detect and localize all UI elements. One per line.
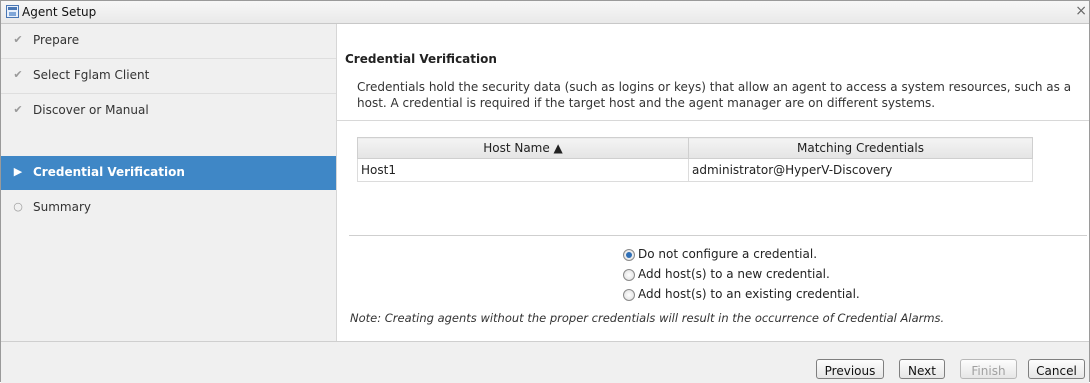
radio-button[interactable] bbox=[623, 289, 635, 301]
title-bar: Agent Setup × bbox=[1, 1, 1089, 24]
step-discover-or-manual[interactable]: ✔ Discover or Manual bbox=[1, 94, 336, 128]
check-icon: ✔ bbox=[13, 33, 23, 46]
option-label: Do not configure a credential. bbox=[638, 247, 818, 261]
arrow-right-icon: ▶ bbox=[13, 165, 23, 178]
step-credential-verification[interactable]: ▶ Credential Verification bbox=[1, 156, 336, 190]
radio-button[interactable] bbox=[623, 269, 635, 281]
window-title: Agent Setup bbox=[22, 5, 97, 19]
column-header-matching-credentials[interactable]: Matching Credentials bbox=[688, 137, 1033, 159]
app-icon bbox=[6, 5, 19, 18]
column-header-host-name[interactable]: Host Name ▲ bbox=[357, 137, 689, 159]
radio-button-selected[interactable] bbox=[623, 249, 635, 261]
step-select-fglam-client[interactable]: ✔ Select Fglam Client bbox=[1, 59, 336, 93]
previous-button[interactable]: Previous bbox=[816, 359, 884, 379]
divider bbox=[349, 235, 1087, 236]
matching-credentials-cell: administrator@HyperV-Discovery bbox=[688, 158, 1033, 182]
step-summary[interactable]: ○ Summary bbox=[1, 191, 336, 225]
check-icon: ✔ bbox=[13, 103, 23, 116]
host-name-cell: Host1 bbox=[357, 158, 689, 182]
check-icon: ✔ bbox=[13, 68, 23, 81]
close-icon[interactable]: × bbox=[1075, 3, 1087, 19]
option-label: Add host(s) to an existing credential. bbox=[638, 287, 860, 301]
description-text: Credentials hold the security data (such… bbox=[357, 80, 1072, 110]
step-label: Summary bbox=[33, 200, 91, 214]
table-row[interactable]: Host1 administrator@HyperV-Discovery bbox=[357, 158, 1033, 182]
agent-setup-window: Agent Setup × ✔ Prepare ✔ Select Fglam C… bbox=[0, 0, 1090, 383]
page-title: Credential Verification bbox=[345, 52, 497, 66]
main-panel: Credential Verification Credentials hold… bbox=[337, 24, 1089, 341]
divider bbox=[337, 120, 1089, 121]
cancel-button[interactable]: Cancel bbox=[1028, 359, 1085, 379]
step-label: Discover or Manual bbox=[33, 103, 149, 117]
step-label: Select Fglam Client bbox=[33, 68, 150, 82]
finish-button[interactable]: Finish bbox=[960, 359, 1017, 379]
step-label: Credential Verification bbox=[33, 165, 185, 179]
step-prepare[interactable]: ✔ Prepare bbox=[1, 24, 336, 58]
step-label: Prepare bbox=[33, 33, 80, 47]
next-button[interactable]: Next bbox=[899, 359, 945, 379]
hosts-table: Host Name ▲ Matching Credentials Host1 a… bbox=[357, 137, 1033, 182]
button-bar: Previous Next Finish Cancel bbox=[1, 341, 1089, 383]
option-label: Add host(s) to a new credential. bbox=[638, 267, 830, 281]
circle-icon: ○ bbox=[13, 200, 23, 213]
wizard-steps-sidebar: ✔ Prepare ✔ Select Fglam Client ✔ Discov… bbox=[1, 24, 337, 341]
credential-note: Note: Creating agents without the proper… bbox=[350, 311, 945, 325]
